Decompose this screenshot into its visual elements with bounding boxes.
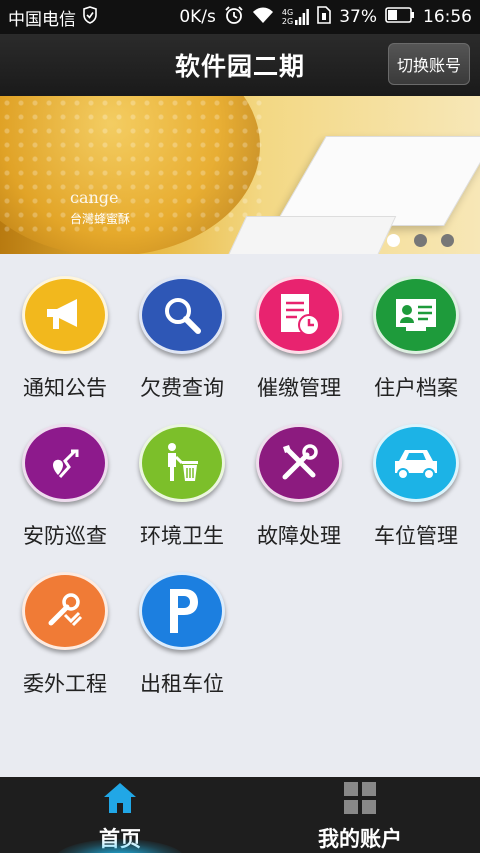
trash-person-icon (139, 424, 225, 502)
feature-arrears-query[interactable]: 欠费查询 (122, 254, 242, 402)
feature-label: 车位管理 (374, 524, 458, 548)
feature-sanitation[interactable]: 环境卫生 (122, 402, 242, 550)
banner-pagination (387, 234, 454, 247)
banner-dot-1[interactable] (387, 234, 400, 247)
wrench-shuffle-icon (22, 572, 108, 650)
carrier-name: 中国电信 (8, 9, 76, 30)
feature-label: 住户档案 (374, 376, 458, 400)
feature-outsourced-projects[interactable]: 委外工程 (5, 550, 125, 698)
feature-rent-parking[interactable]: 出租车位 (122, 550, 242, 698)
gift-box-image (274, 136, 480, 226)
feature-resident-records[interactable]: 住户档案 (356, 254, 476, 402)
feature-payment-reminder[interactable]: 催缴管理 (239, 254, 359, 402)
brand-logo: cange (70, 188, 119, 207)
feature-label: 通知公告 (23, 376, 107, 400)
promo-banner[interactable] (0, 96, 480, 254)
brand-name: 台灣蜂蜜酥 (70, 212, 131, 226)
feature-label: 出租车位 (140, 672, 224, 696)
feature-label: 委外工程 (23, 672, 107, 696)
alarm-icon (224, 5, 244, 30)
sim-icon (317, 5, 332, 29)
network-type-bottom: 2G (281, 17, 294, 26)
car-icon (373, 424, 459, 502)
banner-dot-2[interactable] (414, 234, 427, 247)
nav-home[interactable]: 首页 (0, 777, 240, 853)
megaphone-icon (22, 276, 108, 354)
home-icon (102, 781, 138, 815)
feature-label: 催缴管理 (257, 376, 341, 400)
network-type-top: 4G (281, 8, 294, 17)
feature-notice[interactable]: 通知公告 (5, 254, 125, 402)
active-tab-glow (55, 839, 185, 853)
feature-fault-handling[interactable]: 故障处理 (239, 402, 359, 550)
bottom-nav: 首页 我的账户 (0, 777, 480, 853)
battery-icon (385, 6, 415, 28)
feature-label: 环境卫生 (140, 524, 224, 548)
feature-label: 安防巡查 (23, 524, 107, 548)
tools-icon (256, 424, 342, 502)
network-speed: 0K/s (179, 7, 216, 27)
page-title: 软件园二期 (174, 52, 305, 81)
feature-label: 欠费查询 (140, 376, 224, 400)
shield-icon (82, 5, 98, 29)
feature-parking-management[interactable]: 车位管理 (356, 402, 476, 550)
header-bar: 软件园二期 切换账号 (0, 34, 480, 96)
battery-percent: 37% (339, 7, 377, 27)
feature-security-patrol[interactable]: 安防巡查 (5, 402, 125, 550)
feature-grid: 通知公告 欠费查询 催缴管理 住户档案 安防巡查 环境卫生 故障处理 车位管理 … (0, 254, 480, 774)
status-bar: 中国电信 0K/s 4G 2G 37% 16:56 (0, 0, 480, 34)
cellular-signal-icon: 4G 2G (281, 8, 310, 26)
parking-icon (139, 572, 225, 650)
honeycomb-texture (0, 96, 270, 236)
document-clock-icon (256, 276, 342, 354)
nav-my-account[interactable]: 我的账户 (240, 777, 480, 853)
clock: 16:56 (423, 7, 472, 27)
banner-dot-3[interactable] (441, 234, 454, 247)
magnifier-icon (139, 276, 225, 354)
feature-label: 故障处理 (257, 524, 341, 548)
resident-card-icon (373, 276, 459, 354)
wifi-icon (252, 6, 274, 29)
grid-icon (342, 781, 378, 815)
nav-account-label: 我的账户 (318, 827, 402, 851)
patrol-route-icon (22, 424, 108, 502)
switch-account-button[interactable]: 切换账号 (388, 43, 470, 85)
